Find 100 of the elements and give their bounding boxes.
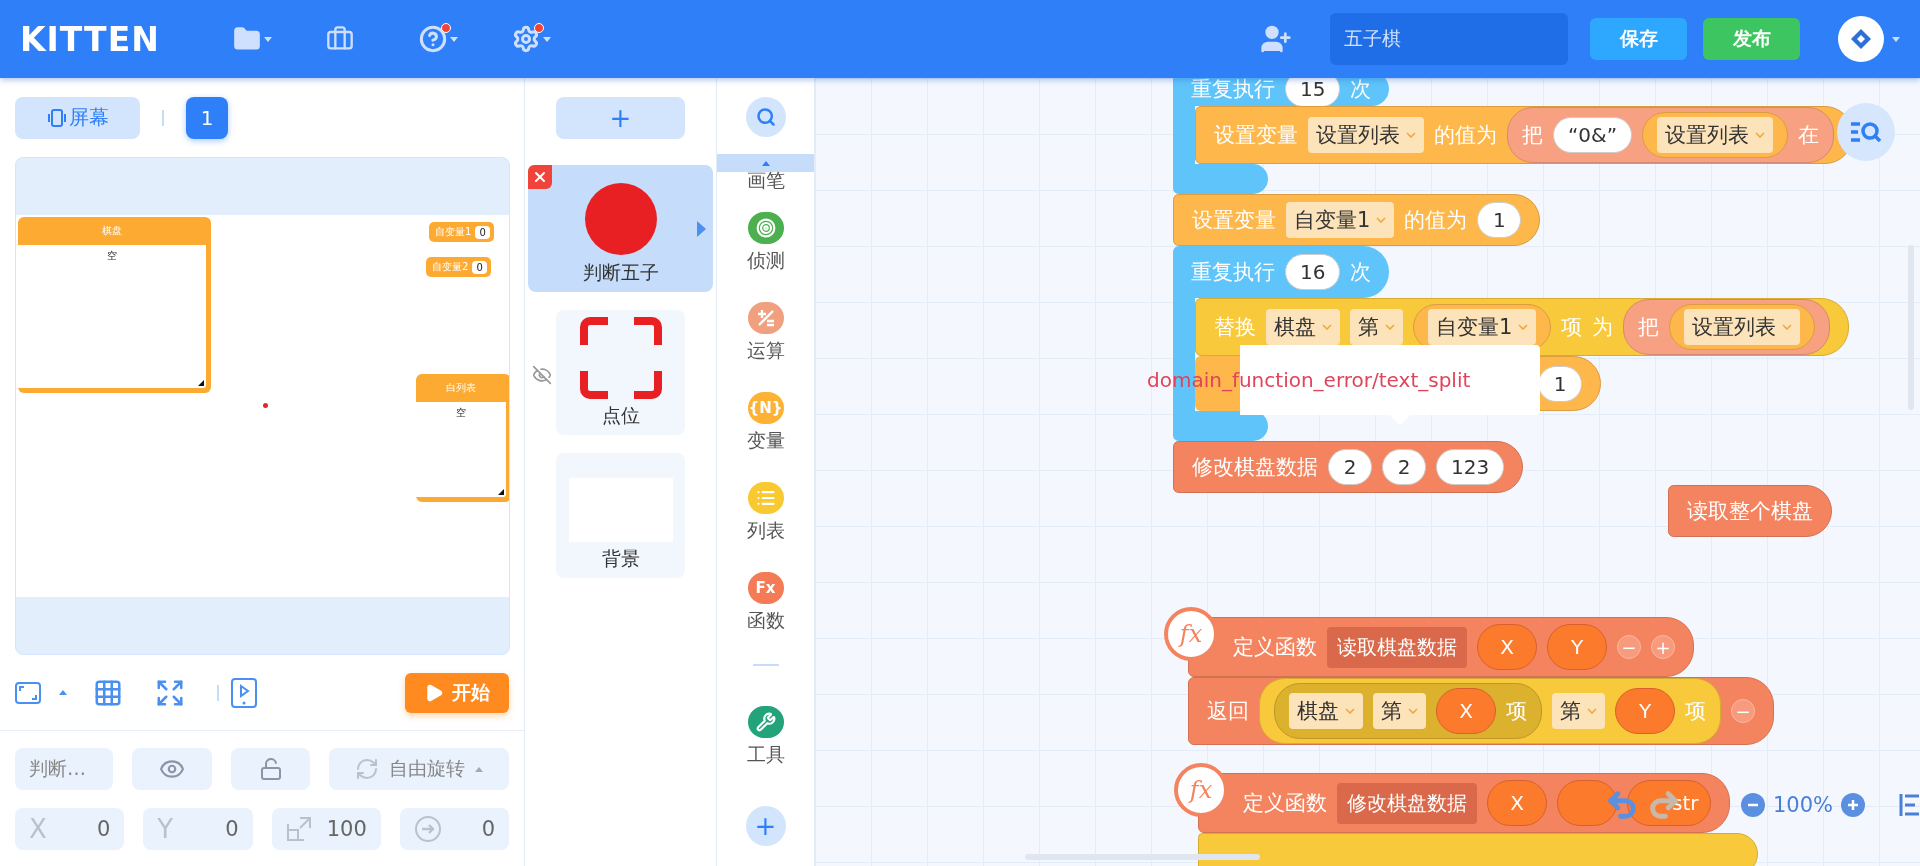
sprite-card[interactable]: 判断五子: [528, 165, 713, 292]
block-label: 项: [1561, 314, 1583, 341]
plus-icon: [1847, 799, 1860, 811]
block-dropdown[interactable]: 第: [1373, 693, 1426, 729]
caret-icon: [1587, 708, 1597, 714]
category-item[interactable]: 画笔: [746, 168, 785, 194]
block-dropdown[interactable]: 设置列表: [1657, 117, 1774, 153]
caret-icon: [1376, 217, 1387, 223]
project-name-field[interactable]: 五子棋: [1330, 13, 1568, 65]
reporter-block[interactable]: 把 设置列表: [1623, 299, 1831, 355]
reporter-block[interactable]: 把 “0&” 设置列表 在: [1507, 107, 1835, 163]
block-label: 设置变量: [1192, 207, 1276, 234]
code-canvas[interactable]: [815, 78, 1920, 866]
visibility-button[interactable]: [131, 748, 212, 790]
sprite-card[interactable]: 背景: [556, 453, 685, 578]
reporter-block[interactable]: 棋盘 第 X 项 第 Y 项: [1259, 678, 1721, 744]
reporter-block[interactable]: 棋盘 第 X 项: [1274, 683, 1542, 739]
resize-handle-icon: [498, 489, 504, 495]
block-dropdown[interactable]: 棋盘: [1289, 693, 1363, 729]
zoom-in-button[interactable]: [1841, 793, 1866, 817]
align-blocks-icon[interactable]: [1899, 793, 1920, 817]
category-item[interactable]: 工具: [746, 706, 785, 796]
block-input[interactable]: 1: [1538, 365, 1582, 402]
resize-handle-icon: [198, 380, 204, 386]
block-input[interactable]: 16: [1285, 254, 1341, 290]
category-item[interactable]: 运算: [746, 302, 785, 392]
caret-icon: [543, 36, 551, 42]
block-label: 次: [1350, 78, 1372, 103]
command-block[interactable]: 返回 棋盘 第 X 项 第 Y 项 −: [1188, 677, 1774, 745]
command-block[interactable]: 替换 棋盘 第 自变量1 项 为 把 设置列表: [1195, 298, 1850, 356]
caret-icon: [1345, 708, 1355, 714]
reporter-block[interactable]: 设置列表: [1669, 304, 1816, 350]
user-avatar[interactable]: [1838, 16, 1884, 62]
category-item[interactable]: Fx 函数: [746, 572, 785, 662]
block-input[interactable]: 1: [1477, 202, 1522, 238]
list-monitor[interactable]: 棋盘 空: [18, 217, 211, 393]
variable-monitor[interactable]: 自变量2 0: [426, 257, 491, 277]
block-label: 项: [1685, 698, 1706, 725]
monitor-content: 空: [107, 249, 117, 263]
caret-icon: [1782, 324, 1793, 330]
variable-monitor[interactable]: 自变量1 0: [429, 222, 494, 242]
sprite-name: 判断五子: [582, 260, 659, 285]
block-input[interactable]: 15: [1285, 78, 1341, 107]
reporter-block[interactable]: 自变量1: [1413, 304, 1552, 350]
block-input[interactable]: 2: [1382, 449, 1426, 485]
list-monitor[interactable]: 白列表 空: [416, 374, 509, 502]
direction-field[interactable]: 0: [399, 808, 509, 850]
field-value: 100: [326, 817, 367, 841]
block-label: 项: [1506, 698, 1527, 725]
block-label: 的值为: [1434, 122, 1497, 149]
block-input[interactable]: 123: [1436, 449, 1505, 485]
aspect-ratio-icon[interactable]: [15, 681, 41, 704]
search-icon: [755, 107, 776, 127]
block-input[interactable]: 2: [1328, 449, 1372, 485]
block-label: 定义函数: [1233, 634, 1317, 661]
category-item[interactable]: {N} 变量: [746, 392, 785, 482]
caret-icon: [1406, 132, 1416, 138]
caret-icon: [59, 690, 67, 695]
caret-icon: [1408, 708, 1418, 714]
circle-sprite-icon: [583, 182, 658, 256]
screen-tab[interactable]: 1: [186, 96, 228, 139]
block-dropdown[interactable]: 第: [1552, 693, 1605, 729]
block-dropdown[interactable]: 设置列表: [1308, 117, 1424, 153]
category-item[interactable]: 侦测: [746, 212, 785, 302]
size-field[interactable]: 100: [271, 808, 381, 850]
loop-block-header[interactable]: 重复执行 16 次: [1173, 246, 1390, 298]
block-input[interactable]: “0&”: [1553, 117, 1633, 153]
add-user-icon[interactable]: [1260, 23, 1292, 55]
block-dropdown[interactable]: 第: [1350, 309, 1403, 345]
lock-button[interactable]: [230, 748, 311, 790]
monitor-value: 0: [475, 225, 490, 239]
settings-icon: [512, 25, 540, 53]
category-glyph: {N}: [748, 399, 783, 417]
play-icon: [424, 682, 444, 703]
fullscreen-icon[interactable]: [155, 677, 185, 708]
block-dropdown[interactable]: 自变量1: [1428, 309, 1537, 345]
block-label: 次: [1350, 259, 1372, 286]
block-label: 在: [1798, 122, 1820, 149]
block-dropdown[interactable]: 棋盘: [1266, 309, 1340, 345]
direction-icon: [413, 815, 442, 843]
search-button[interactable]: [745, 97, 786, 137]
loop-block-header[interactable]: 重复执行 15 次: [1173, 78, 1390, 106]
block-label: 设置变量: [1214, 122, 1298, 149]
command-block[interactable]: [1198, 833, 1758, 866]
hidden-icon[interactable]: [532, 365, 552, 385]
briefcase-icon: [326, 25, 354, 53]
category-glyph: Fx: [755, 579, 776, 597]
block-label: 把: [1638, 314, 1660, 341]
command-block[interactable]: 修改棋盘数据 2 2 123: [1173, 441, 1524, 493]
tablet-play-icon[interactable]: [231, 677, 257, 708]
block-dropdown[interactable]: 自变量1: [1286, 202, 1395, 238]
reporter-block[interactable]: 设置列表: [1642, 112, 1789, 158]
app-logo[interactable]: KITTEN: [20, 19, 233, 59]
category-item[interactable]: 列表: [746, 482, 785, 572]
block-label: 的值为: [1404, 207, 1468, 234]
command-block[interactable]: 设置变量 自变量1 的值为 1: [1173, 194, 1541, 246]
zoom-out-button[interactable]: [1741, 793, 1765, 817]
block-dropdown[interactable]: 设置列表: [1684, 309, 1801, 345]
delete-sprite-button[interactable]: [528, 165, 552, 189]
sprite-card[interactable]: 点位: [556, 310, 685, 435]
